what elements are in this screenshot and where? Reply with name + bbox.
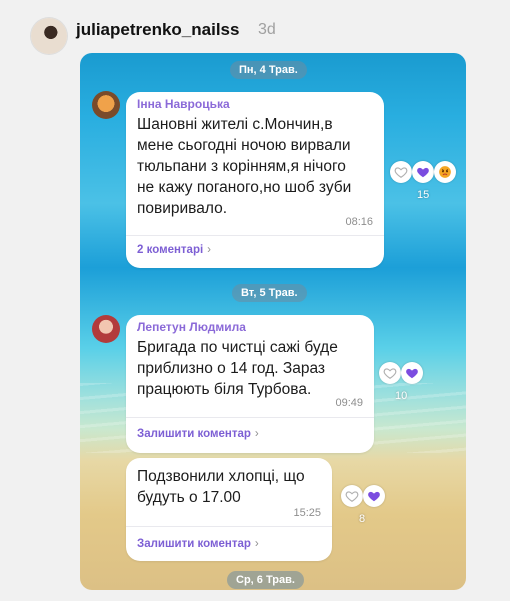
- message-bubble-1: Інна Навроцька Шановні жителі с.Мончин,в…: [126, 92, 384, 268]
- message-text-2: Бригада по чистці сажі буде приблизно о …: [137, 339, 338, 398]
- post-header: juliapetrenko_nailss 3d: [0, 0, 510, 54]
- chat-screenshot: Пн, 4 Трав. Інна Навроцька Шановні жител…: [80, 53, 466, 590]
- user-avatar[interactable]: [31, 18, 67, 54]
- message-text-1: Шановні жителі с.Мончин,в мене сьогодні …: [137, 116, 352, 217]
- leave-comment-link-2[interactable]: Залишити коментар ›: [137, 428, 259, 440]
- author-avatar-1[interactable]: [92, 91, 120, 119]
- message-divider-3: [126, 526, 332, 527]
- heart-filled-icon[interactable]: [363, 485, 385, 507]
- chevron-right-icon: ›: [207, 244, 212, 256]
- leave-comment-link-3[interactable]: Залишити коментар ›: [137, 538, 259, 550]
- date-separator-tue: Вт, 5 Трав.: [232, 284, 307, 302]
- message-text-3: Подзвонили хлопці, що будуть о 17.00: [137, 468, 305, 506]
- author-avatar-2[interactable]: [92, 315, 120, 343]
- reaction-count-1: 15: [417, 189, 430, 201]
- date-separator-wed: Ср, 6 Трав.: [227, 571, 304, 589]
- heart-outline-icon[interactable]: [390, 161, 412, 183]
- message-author-1[interactable]: Інна Навроцька: [137, 97, 230, 111]
- message-time-3: 15:25: [293, 507, 321, 519]
- message-time-2: 09:49: [335, 397, 363, 409]
- heart-filled-icon[interactable]: [401, 362, 423, 384]
- message-bubble-3: Подзвонили хлопці, що будуть о 17.00 15:…: [126, 458, 332, 561]
- chevron-right-icon: ›: [254, 428, 259, 440]
- heart-outline-icon[interactable]: [341, 485, 363, 507]
- heart-outline-icon[interactable]: [379, 362, 401, 384]
- angry-emoji-icon[interactable]: [434, 161, 456, 183]
- username[interactable]: juliapetrenko_nailss: [76, 20, 239, 40]
- date-separator-mon: Пн, 4 Трав.: [230, 61, 307, 79]
- message-author-2[interactable]: Лепетун Людмила: [137, 320, 246, 334]
- post-time: 3d: [258, 21, 276, 38]
- reaction-count-3: 8: [359, 513, 366, 525]
- message-bubble-2: Лепетун Людмила Бригада по чистці сажі б…: [126, 315, 374, 453]
- message-divider-2: [126, 417, 374, 418]
- comments-link-1[interactable]: 2 коментарі ›: [137, 244, 211, 256]
- message-time-1: 08:16: [345, 216, 373, 228]
- chevron-right-icon: ›: [254, 538, 259, 550]
- reaction-count-2: 10: [395, 390, 408, 402]
- message-divider-1: [126, 235, 384, 236]
- heart-filled-icon[interactable]: [412, 161, 434, 183]
